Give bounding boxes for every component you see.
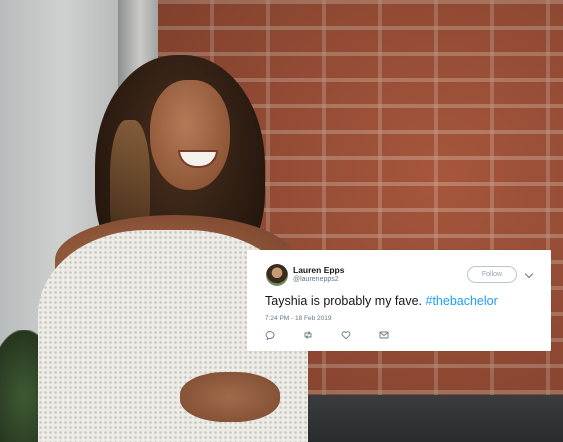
- background-photo: [0, 0, 563, 442]
- chevron-down-icon[interactable]: [524, 269, 534, 279]
- hashtag-link[interactable]: #thebachelor: [426, 294, 498, 308]
- person-face: [150, 80, 230, 190]
- follow-button[interactable]: Follow: [467, 266, 517, 283]
- avatar[interactable]: [266, 264, 288, 286]
- retweet-icon[interactable]: [303, 330, 315, 342]
- like-icon[interactable]: [341, 330, 353, 342]
- message-icon[interactable]: [379, 330, 391, 342]
- street-ground: [300, 395, 563, 442]
- reply-icon[interactable]: [265, 330, 277, 342]
- tweet-text: Tayshia is probably my fave. #thebachelo…: [265, 294, 498, 308]
- author-handle[interactable]: @laurenepps2: [293, 276, 339, 283]
- tweet-timestamp[interactable]: 7:24 PM - 18 Feb 2019: [265, 315, 332, 322]
- author-name[interactable]: Lauren Epps: [293, 265, 344, 275]
- tweet-body: Tayshia is probably my fave.: [265, 294, 423, 308]
- tweet-actions: [265, 330, 405, 342]
- tweet-card: Lauren Epps @laurenepps2 Follow Tayshia …: [247, 250, 551, 351]
- person-hands: [180, 372, 280, 422]
